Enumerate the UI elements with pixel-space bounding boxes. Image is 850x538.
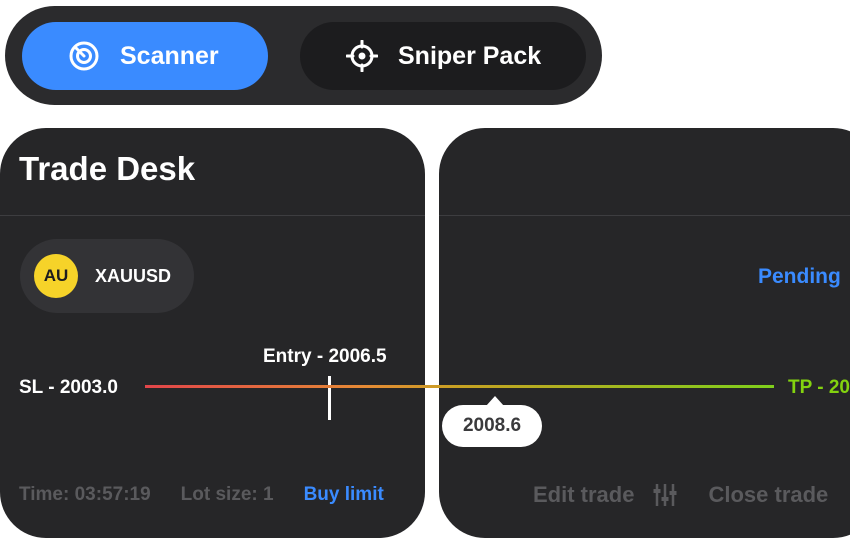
tp-label: TP - 20 (788, 377, 850, 398)
edit-trade-button[interactable]: Edit trade (533, 482, 634, 508)
pair-chip[interactable]: AU XAUUSD (20, 239, 194, 313)
trade-panel-card: Pending TP - 20 Edit trade Close trade (439, 128, 850, 538)
sl-label: SL - 2003.0 (19, 377, 118, 398)
trade-info-footer: Time: 03:57:19 Lot size: 1 Buy limit (19, 484, 384, 506)
entry-label: Entry - 2006.5 (263, 346, 387, 367)
tab-sniper-label: Sniper Pack (398, 41, 542, 70)
lot-size-label: Lot size: 1 (180, 484, 274, 505)
order-type-label: Buy limit (303, 484, 384, 505)
current-price-bubble: 2008.6 (442, 405, 542, 447)
trade-desk-card: Trade Desk AU XAUUSD Entry - 2006.5 SL -… (0, 128, 425, 538)
sliders-icon[interactable] (652, 482, 678, 508)
page-title: Trade Desk (19, 150, 196, 187)
crosshair-icon (346, 40, 378, 72)
status-badge: Pending (758, 265, 841, 288)
price-range-line (145, 385, 774, 388)
pair-name: XAUUSD (95, 265, 172, 286)
tab-sniper-pack[interactable]: Sniper Pack (300, 22, 586, 90)
pair-badge: AU (34, 254, 78, 298)
tab-scanner[interactable]: Scanner (22, 22, 268, 90)
tab-scanner-label: Scanner (120, 41, 219, 70)
trade-actions-footer: Edit trade Close trade (533, 482, 828, 508)
divider (439, 215, 850, 216)
time-label: Time: 03:57:19 (19, 484, 151, 505)
close-trade-button[interactable]: Close trade (708, 482, 828, 508)
mode-tab-bar: Scanner Sniper Pack (5, 6, 602, 105)
entry-marker (328, 376, 331, 420)
divider (0, 215, 425, 216)
radar-icon (68, 40, 100, 72)
